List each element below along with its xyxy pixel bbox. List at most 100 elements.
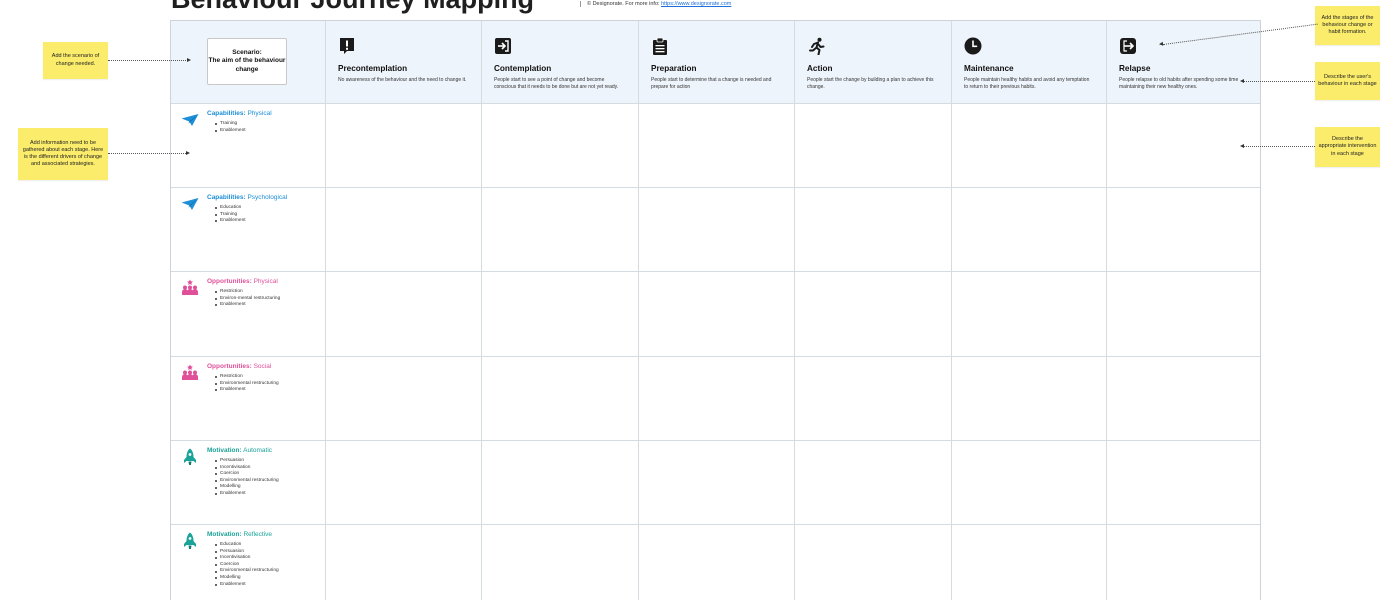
stage-name: Maintenance: [964, 64, 1014, 73]
strategy-list: Restriction Environmental restructuring …: [215, 374, 318, 394]
category-sub: Psychological: [247, 194, 288, 201]
list-item: Education: [215, 205, 318, 212]
people-group-icon: [182, 279, 198, 295]
running-person-icon: [809, 37, 825, 55]
category-motivation-automatic[interactable]: Motivation: Automatic Persuasion Incenti…: [171, 441, 326, 524]
column-divider: [794, 21, 795, 600]
stage-description: People relapse to old habits after spend…: [1119, 77, 1239, 90]
arrow-right-icon: [187, 58, 191, 62]
rocket-icon: [184, 448, 196, 465]
stage-name: Action: [807, 64, 833, 73]
category-opportunities-physical[interactable]: Opportunities: Physical Restriction Envi…: [171, 272, 326, 356]
column-divider: [1106, 21, 1107, 600]
category-sub: Reflective: [243, 531, 273, 538]
row-divider: [171, 271, 1260, 272]
category-sub: Automatic: [243, 447, 273, 454]
row-divider: [171, 524, 1260, 525]
category-heading: Motivation: Reflective: [207, 531, 318, 538]
stage-description: People maintain healthy habits and avoid…: [964, 77, 1090, 90]
sticky-note-intervention[interactable]: Describe the appropriate intervention in…: [1315, 127, 1380, 167]
category-group: Motivation:: [207, 447, 242, 454]
row-divider: [171, 440, 1260, 441]
scenario-label: Scenario:: [232, 48, 262, 56]
category-group: Opportunities:: [207, 278, 252, 285]
category-opportunities-social[interactable]: Opportunities: Social Restriction Enviro…: [171, 357, 326, 440]
sticky-note-stages[interactable]: Add the stages of the behaviour change o…: [1315, 6, 1380, 45]
stage-name: Precontemplation: [338, 64, 408, 73]
category-heading: Capabilities: Physical: [207, 110, 318, 117]
arrow-left-icon: [1240, 79, 1244, 83]
category-capabilities-psychological[interactable]: Capabilities: Psychological Education Tr…: [171, 188, 326, 271]
category-group: Capabilities:: [207, 110, 246, 117]
stage-preparation[interactable]: Preparation People start to determine th…: [639, 21, 794, 103]
sign-in-icon: [495, 38, 511, 54]
list-item: Incentivisation: [215, 555, 318, 562]
list-item: Modelling: [215, 575, 318, 582]
arrow-left-icon: [1240, 144, 1244, 148]
clock-icon: [964, 37, 982, 55]
category-group: Capabilities:: [207, 194, 246, 201]
stage-name: Relapse: [1119, 64, 1151, 73]
stage-description: No awareness of the behaviour and the ne…: [338, 77, 467, 83]
arrow-left-icon: [1158, 41, 1164, 47]
strategy-list: Training Enablement: [215, 121, 318, 135]
list-item: Enablement: [215, 218, 318, 225]
category-group: Opportunities:: [207, 363, 252, 370]
stage-contemplation[interactable]: Contemplation People start to see a poin…: [482, 21, 638, 103]
list-item: Enablement: [215, 387, 318, 394]
row-divider: [171, 103, 1260, 104]
category-heading: Opportunities: Social: [207, 363, 318, 370]
category-motivation-reflective[interactable]: Motivation: Reflective Education Persuas…: [171, 525, 326, 600]
category-capabilities-physical[interactable]: Capabilities: Physical Training Enableme…: [171, 104, 326, 187]
connector-line: [1244, 146, 1315, 147]
category-sub: Physical: [247, 110, 272, 117]
arrow-right-icon: [186, 151, 190, 155]
category-sub: Social: [253, 363, 272, 370]
column-divider: [638, 21, 639, 600]
people-group-icon: [182, 364, 198, 380]
stage-description: People start to see a point of change an…: [494, 77, 619, 90]
sticky-note-behaviour[interactable]: Describe the user's behaviour in each st…: [1315, 62, 1380, 100]
credit-text: © Designorate. For more info:: [587, 1, 662, 7]
category-group: Motivation:: [207, 531, 242, 538]
stage-maintenance[interactable]: Maintenance People maintain healthy habi…: [952, 21, 1106, 103]
category-heading: Opportunities: Physical: [207, 278, 318, 285]
strategy-list: Persuasion Incentivisation Coercion Envi…: [215, 458, 318, 498]
list-item: Training: [215, 121, 318, 128]
category-heading: Capabilities: Psychological: [207, 194, 318, 201]
journey-board: Scenario: The aim of the behaviour chang…: [170, 20, 1261, 600]
list-item: Restriction: [215, 374, 318, 381]
stage-name: Contemplation: [494, 64, 552, 73]
credit-link[interactable]: https://www.designorate.com: [661, 1, 731, 7]
stage-name: Preparation: [651, 64, 697, 73]
sticky-note-information[interactable]: Add information need to be gathered abou…: [18, 128, 108, 180]
stage-action[interactable]: Action People start the change by buildi…: [795, 21, 951, 103]
paper-plane-icon: [181, 198, 199, 210]
page-title: Behaviour Journey Mapping: [171, 0, 534, 15]
stage-description: People start the change by building a pl…: [807, 77, 934, 90]
connector-line: [108, 153, 186, 154]
connector-line: [108, 60, 188, 61]
strategy-list: Restriction Environ-mental restructuring…: [215, 289, 318, 309]
row-divider: [171, 187, 1260, 188]
list-item: Persuasion: [215, 458, 318, 465]
list-item: Enablement: [215, 582, 318, 589]
list-item: Coercion: [215, 471, 318, 478]
strategy-list: Education Training Enablement: [215, 205, 318, 225]
scenario-card[interactable]: Scenario: The aim of the behaviour chang…: [207, 38, 287, 85]
sticky-note-scenario[interactable]: Add the scenario of change needed.: [43, 42, 108, 79]
credit-line: © Designorate. For more info: https://ww…: [580, 1, 731, 7]
scenario-text: The aim of the behaviour change: [208, 57, 286, 73]
stage-precontemplation[interactable]: Precontemplation No awareness of the beh…: [326, 21, 481, 103]
sign-out-icon: [1120, 38, 1136, 54]
list-item: Restriction: [215, 289, 318, 296]
rocket-icon: [184, 532, 196, 549]
stage-description: People start to determine that a change …: [651, 77, 772, 90]
category-sub: Physical: [253, 278, 278, 285]
list-item: Education: [215, 542, 318, 549]
column-divider: [481, 21, 482, 600]
clipboard-icon: [653, 37, 667, 55]
list-item: Enablement: [215, 128, 318, 135]
paper-plane-icon: [181, 114, 199, 126]
exclamation-icon: [340, 38, 354, 54]
